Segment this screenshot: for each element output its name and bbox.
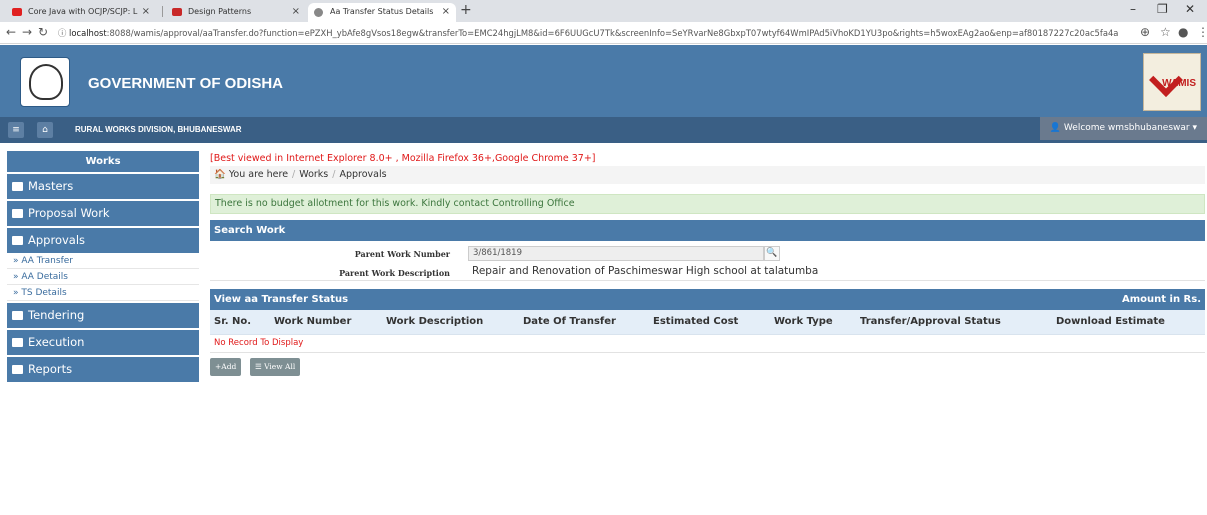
- site-header: GOVERNMENT OF ODISHA WAMIS: [0, 45, 1207, 117]
- window-close-icon[interactable]: ✕: [1185, 2, 1195, 16]
- folder-icon: [12, 209, 23, 218]
- transfer-status-table: Sr. No. Work Number Work Description Dat…: [210, 310, 1205, 353]
- sidebar-item-approvals[interactable]: Approvals: [7, 226, 199, 253]
- empty-message: No Record To Display: [210, 334, 1205, 353]
- bookmark-star-icon[interactable]: ☆: [1160, 25, 1171, 39]
- sidebar-subitem-ts-details[interactable]: » TS Details: [7, 285, 199, 301]
- caret-down-icon: ▾: [1189, 123, 1197, 133]
- sidebar-heading: Works: [7, 151, 199, 172]
- parent-desc-value: Repair and Renovation of Paschimeswar Hi…: [472, 265, 819, 277]
- column-header: Sr. No.: [210, 310, 270, 335]
- sidebar-subitem-aa-transfer[interactable]: » AA Transfer: [7, 253, 199, 269]
- url-field[interactable]: ⓘ localhost:8088/wamis/approval/aaTransf…: [58, 27, 1118, 39]
- profile-icon[interactable]: ●: [1178, 25, 1188, 39]
- close-icon[interactable]: ×: [142, 6, 150, 17]
- menu-toggle-icon[interactable]: ≡: [8, 122, 24, 138]
- home-icon: 🏠: [214, 169, 229, 180]
- column-header: Work Number: [270, 310, 382, 335]
- search-panel-title: Search Work: [210, 220, 1205, 241]
- site-title: GOVERNMENT OF ODISHA: [88, 75, 284, 92]
- browser-recommendation: [Best viewed in Internet Explorer 8.0+ ,…: [210, 153, 596, 164]
- table-row: No Record To Display: [210, 334, 1205, 353]
- main-content: [Best viewed in Internet Explorer 8.0+ ,…: [210, 151, 1205, 376]
- view-all-button[interactable]: ☰ View All: [250, 357, 301, 376]
- add-button[interactable]: +Add: [210, 357, 242, 376]
- top-navbar: ≡ ⌂ RURAL WORKS DIVISION, BHUBANESWAR 👤 …: [0, 117, 1207, 143]
- folder-icon: [12, 311, 23, 320]
- browser-tab[interactable]: Design Patterns ×: [166, 3, 306, 22]
- site-favicon-icon: [172, 8, 182, 16]
- parent-number-row: Parent Work Number 3/861/1819 🔍: [210, 245, 1205, 262]
- sidebar-item-tendering[interactable]: Tendering: [7, 301, 199, 328]
- breadcrumb-works[interactable]: Works: [299, 169, 328, 180]
- division-name: RURAL WORKS DIVISION, BHUBANESWAR: [75, 125, 242, 134]
- search-icon[interactable]: 🔍: [764, 246, 780, 261]
- back-icon[interactable]: ←: [6, 25, 16, 39]
- globe-icon: [314, 8, 323, 17]
- sidebar-item-reports[interactable]: Reports: [7, 355, 199, 382]
- sidebar-item-execution[interactable]: Execution: [7, 328, 199, 355]
- action-buttons: +Add ☰ View All: [210, 357, 1205, 376]
- emblem-logo: [20, 57, 70, 107]
- column-header: Estimated Cost: [649, 310, 770, 335]
- close-icon[interactable]: ×: [442, 6, 450, 17]
- forward-icon[interactable]: →: [22, 25, 32, 39]
- zoom-icon[interactable]: ⊕: [1140, 25, 1150, 39]
- sidebar-item-proposal-work[interactable]: Proposal Work: [7, 199, 199, 226]
- column-header: Date Of Transfer: [519, 310, 649, 335]
- minimize-icon[interactable]: –: [1130, 2, 1136, 16]
- parent-desc-label: Parent Work Description: [339, 268, 450, 278]
- breadcrumb-approvals[interactable]: Approvals: [339, 169, 386, 180]
- folder-icon: [12, 365, 23, 374]
- column-header: Transfer/Approval Status: [856, 310, 1052, 335]
- parent-number-input[interactable]: 3/861/1819: [468, 246, 764, 261]
- status-panel-title: View aa Transfer Status Amount in Rs.: [210, 289, 1205, 310]
- list-icon: ☰: [255, 361, 265, 371]
- folder-icon: [12, 182, 23, 191]
- home-icon[interactable]: ⌂: [37, 122, 53, 138]
- browser-tab-active[interactable]: Aa Transfer Status Details ×: [308, 3, 456, 22]
- sidebar: Works Masters Proposal Work Approvals » …: [7, 151, 199, 382]
- reload-icon[interactable]: ↻: [38, 25, 48, 39]
- new-tab-icon[interactable]: +: [460, 2, 472, 18]
- column-header: Work Description: [382, 310, 519, 335]
- address-bar: ← → ↻ ⓘ localhost:8088/wamis/approval/aa…: [0, 22, 1207, 44]
- youtube-icon: [12, 8, 22, 16]
- amount-note: Amount in Rs.: [1121, 294, 1201, 305]
- budget-alert: There is no budget allotment for this wo…: [210, 194, 1205, 214]
- sidebar-subitem-aa-details[interactable]: » AA Details: [7, 269, 199, 285]
- breadcrumb: 🏠 You are here / Works / Approvals: [210, 166, 1205, 184]
- menu-kebab-icon[interactable]: ⋮: [1197, 25, 1207, 39]
- close-icon[interactable]: ×: [292, 6, 300, 17]
- user-menu[interactable]: 👤 Welcome wmsbhubaneswar ▾: [1039, 117, 1207, 140]
- column-header: Download Estimate: [1052, 310, 1205, 335]
- column-header: Work Type: [770, 310, 856, 335]
- user-icon: 👤: [1049, 123, 1064, 133]
- info-icon: ⓘ: [58, 28, 70, 38]
- tab-divider: [162, 6, 163, 17]
- parent-desc-row: Parent Work Description Repair and Renov…: [210, 264, 1205, 281]
- parent-number-label: Parent Work Number: [354, 249, 450, 259]
- restore-icon[interactable]: ❐: [1157, 2, 1168, 16]
- browser-tabstrip: Core Java with OCJP/SCJP: L × Design Pat…: [0, 0, 1207, 22]
- sidebar-item-masters[interactable]: Masters: [7, 172, 199, 199]
- folder-icon: [12, 236, 23, 245]
- wamis-logo: WAMIS: [1143, 53, 1201, 111]
- browser-tab[interactable]: Core Java with OCJP/SCJP: L ×: [6, 3, 156, 22]
- folder-icon: [12, 338, 23, 347]
